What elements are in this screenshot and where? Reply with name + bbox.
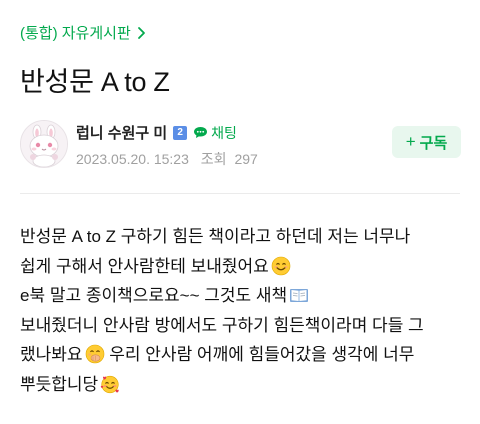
plus-icon: +	[405, 132, 416, 151]
post-title: 반성문 A to Z	[20, 67, 170, 97]
cafe-post-page: (통합) 자유게시판 반성문 A to Z 럽니 수원구 미 2 채팅 2023…	[0, 0, 480, 424]
views-count: 297	[234, 151, 258, 167]
content-line: 보내줬더니 안사람 방에서도 구하기 힘든책이라며 다들 그	[20, 311, 470, 341]
author-row: 럽니 수원구 미 2 채팅	[76, 122, 237, 143]
bunny-avatar-icon	[21, 121, 67, 167]
content-text: e북 말고 종이책으로요~~ 그것도 새책	[20, 286, 288, 305]
content-line: 뿌듯합니당	[20, 370, 470, 400]
chat-button[interactable]: 채팅	[193, 123, 237, 143]
chat-bubble-icon	[194, 127, 208, 138]
post-content: 반성문 A to Z 구하기 힘든 책이라고 하던데 저는 너무나 쉽게 구해서…	[20, 222, 470, 399]
chat-label: 채팅	[211, 124, 237, 141]
content-line: e북 말고 종이책으로요~~ 그것도 새책	[20, 281, 470, 311]
chevron-right-icon	[137, 26, 145, 39]
board-label: (통합) 자유게시판	[20, 25, 131, 42]
board-breadcrumb[interactable]: (통합) 자유게시판	[20, 22, 146, 43]
subscribe-button[interactable]: + 구독	[392, 126, 461, 158]
content-text: 쉽게 구해서 안사람한테 보내줬어요	[20, 256, 269, 276]
member-grade-badge: 2	[173, 125, 188, 140]
content-text: 보내줬더니 안사람 방에서도 구하기 힘든책이라며 다들 그	[20, 315, 424, 335]
smiling-face-with-hearts-icon	[101, 375, 119, 393]
content-line: 쉽게 구해서 안사람한테 보내줬어요	[20, 252, 470, 282]
content-text: 우리 안사람 어깨에 힘들어갔을 생각에 너무	[104, 345, 415, 364]
post-datetime: 2023.05.20. 15:23	[76, 151, 189, 167]
subscribe-label: 구독	[419, 134, 448, 152]
author-name[interactable]: 럽니 수원구 미	[76, 122, 167, 143]
views-label: 조회	[200, 151, 227, 167]
content-text: 뿌듯합니당	[20, 374, 99, 394]
post-meta: 2023.05.20. 15:23 조회 297	[76, 149, 258, 169]
content-line: 랬나봐요 우리 안사람 어깨에 힘들어갔을 생각에 너무	[20, 340, 470, 370]
header-divider	[20, 193, 460, 194]
smiling-face-icon	[271, 256, 291, 275]
content-line: 반성문 A to Z 구하기 힘든 책이라고 하던데 저는 너무나	[20, 222, 470, 252]
content-text: 반성문 A to Z 구하기 힘든 책이라고 하던데 저는 너무나	[20, 227, 411, 246]
content-text: 랬나봐요	[20, 345, 83, 364]
open-book-icon	[290, 289, 309, 302]
author-avatar[interactable]	[20, 120, 68, 168]
face-with-hand-over-mouth-icon	[85, 344, 104, 364]
